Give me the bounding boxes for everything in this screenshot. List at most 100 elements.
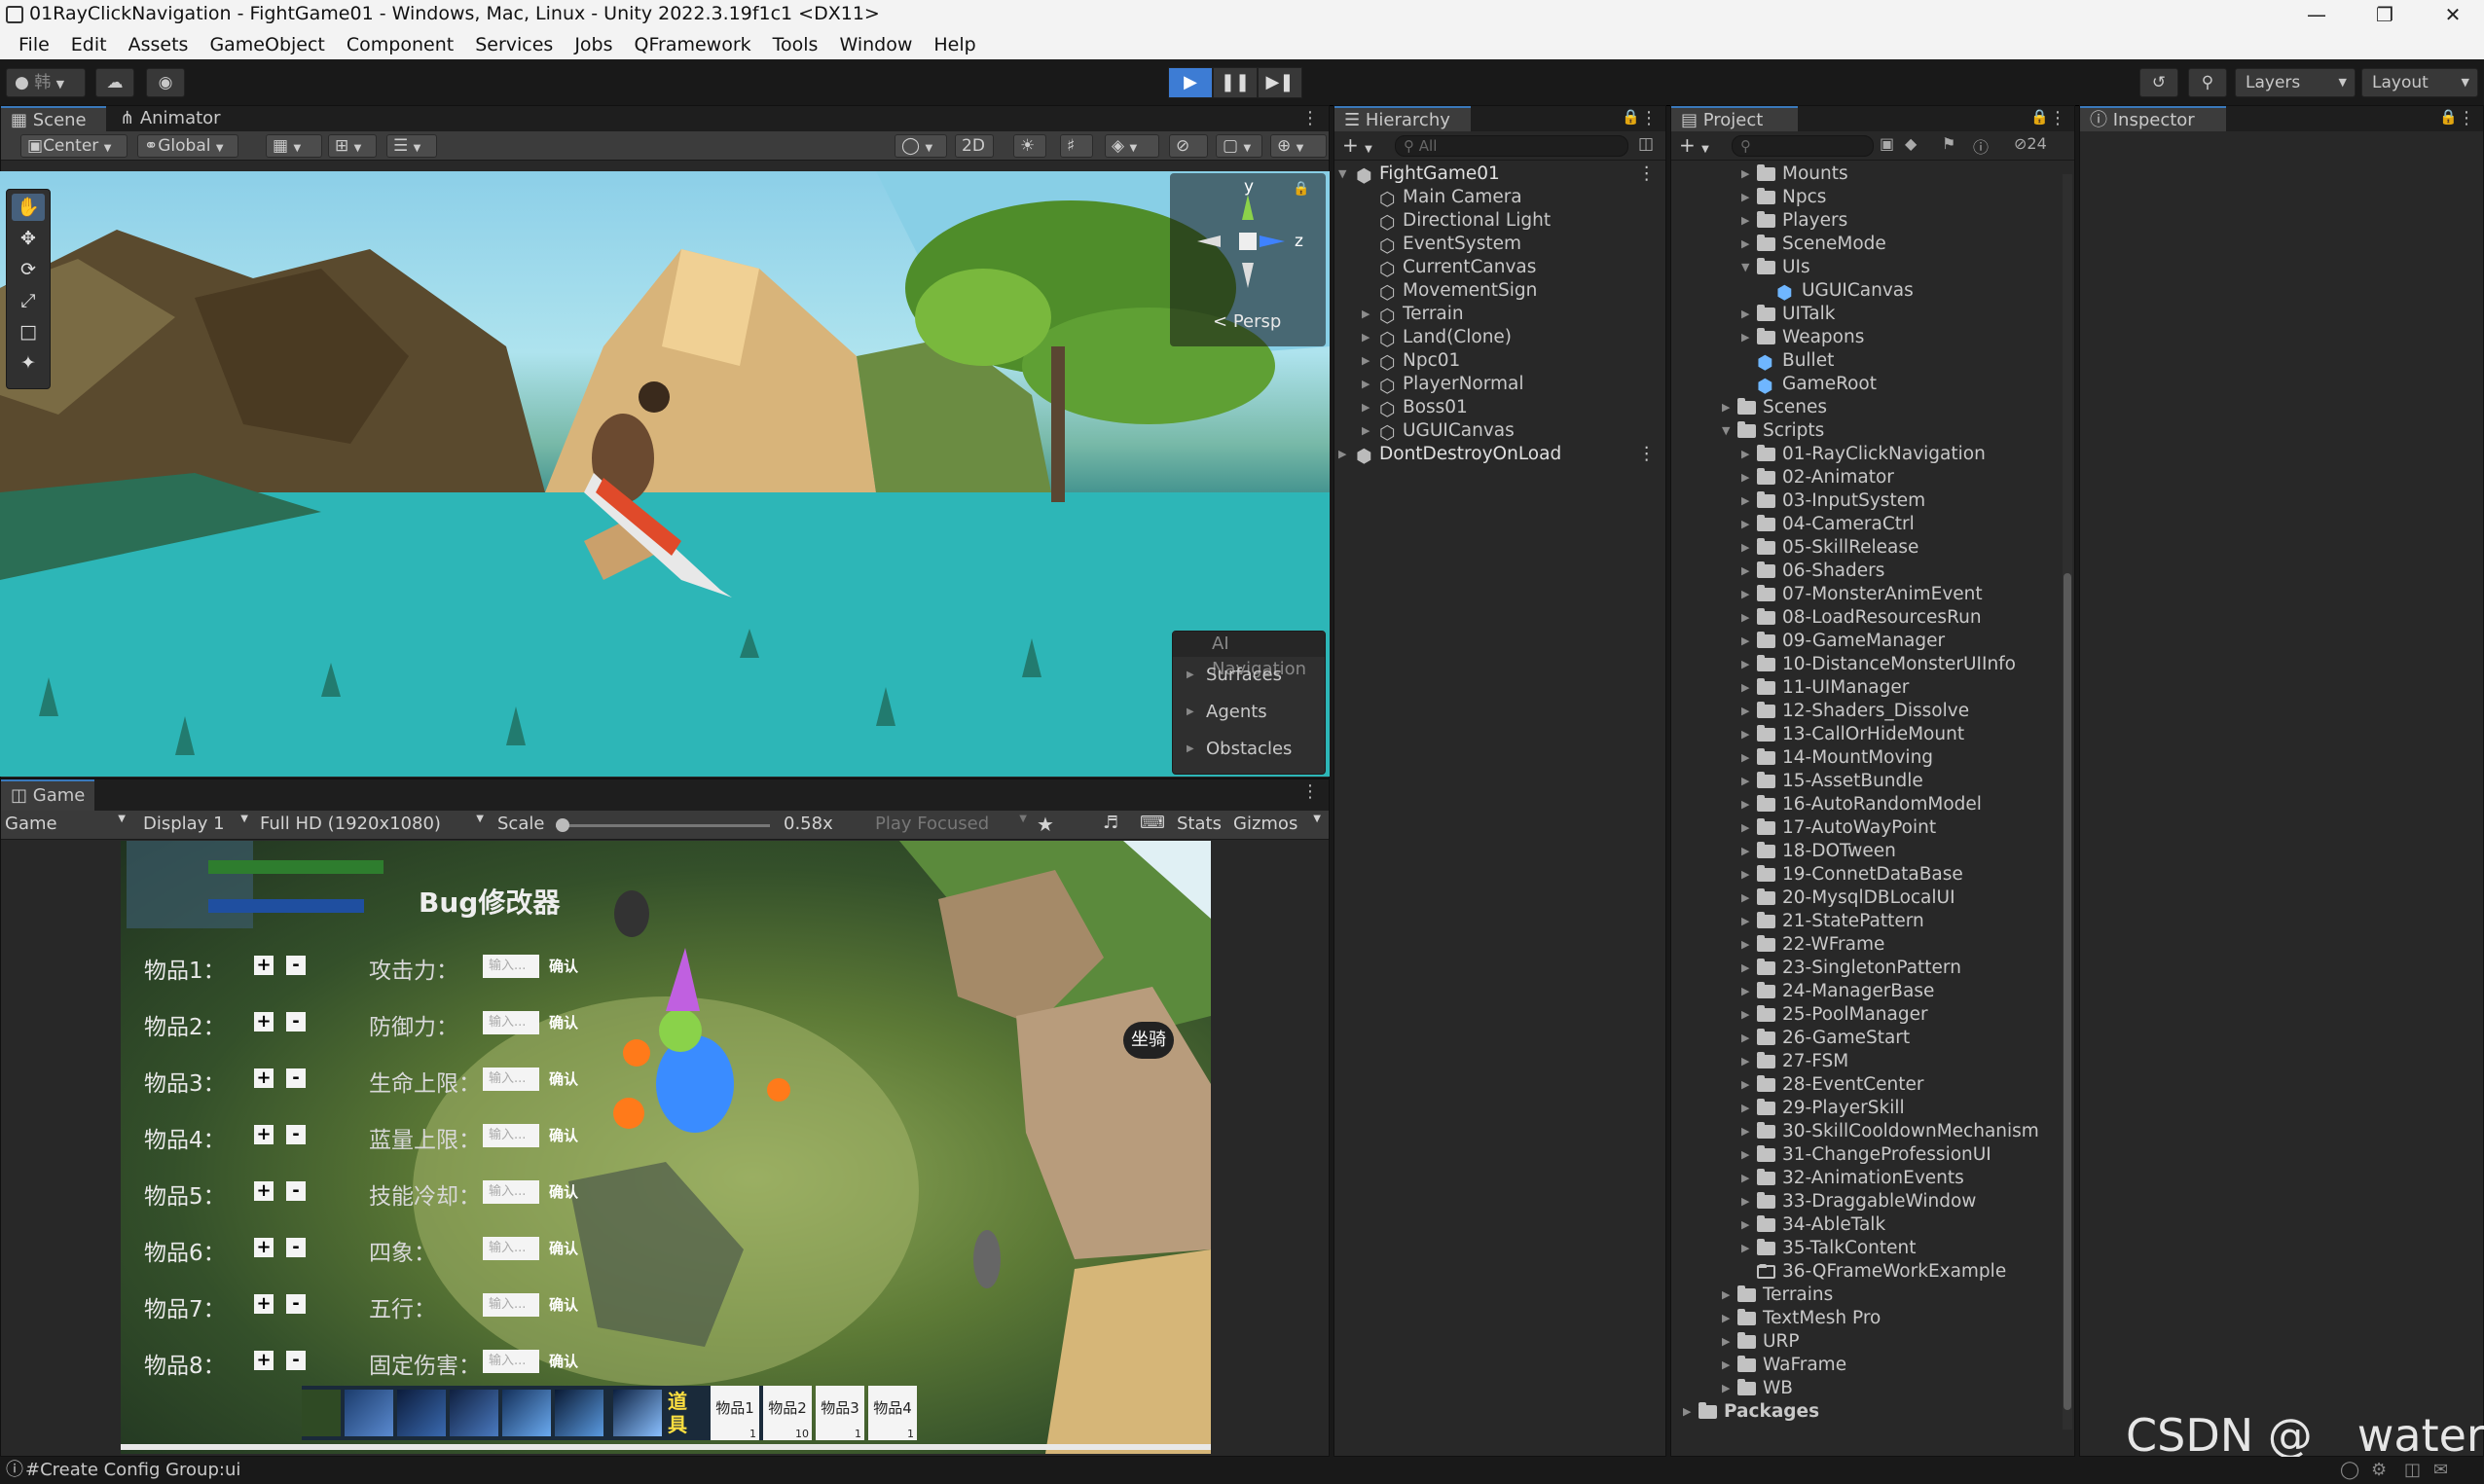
project-item[interactable]: ⬢ GameRoot: [1671, 373, 2061, 397]
collapse-arrow-icon[interactable]: ▶: [1722, 1354, 1730, 1377]
project-item[interactable]: ▶ 22-WFrame: [1671, 933, 2061, 957]
menu-jobs[interactable]: Jobs: [564, 34, 623, 55]
transform-tool-icon[interactable]: ✦: [12, 349, 45, 377]
tab-animator[interactable]: ⋔ Animator: [110, 106, 231, 131]
project-item[interactable]: ▶ 28-EventCenter: [1671, 1073, 2061, 1097]
project-item[interactable]: ▶ 23-SingletonPattern: [1671, 957, 2061, 980]
plus-button[interactable]: +: [254, 1294, 274, 1314]
filter-by-label-icon[interactable]: ◆: [1905, 134, 1917, 153]
attr-input[interactable]: 输入...: [483, 1068, 539, 1091]
hierarchy-item[interactable]: ⬡ Main Camera: [1334, 186, 1665, 210]
item-slot[interactable]: 物品3 1: [816, 1386, 864, 1440]
project-item[interactable]: ▶ 18-DOTween: [1671, 840, 2061, 863]
lock-icon[interactable]: 🔒: [1293, 181, 1309, 197]
collapse-arrow-icon[interactable]: ▶: [1741, 793, 1749, 816]
collapse-arrow-icon[interactable]: ▶: [1741, 1190, 1749, 1213]
collapse-arrow-icon[interactable]: ▶: [1741, 186, 1749, 209]
collapse-arrow-icon[interactable]: ▶: [1741, 1073, 1749, 1097]
collapse-arrow-icon[interactable]: ▶: [1741, 560, 1749, 583]
attr-input[interactable]: 输入...: [483, 1180, 539, 1204]
collapse-arrow-icon[interactable]: ▶: [1741, 163, 1749, 186]
lock-icon[interactable]: 🔒: [2439, 108, 2458, 126]
project-item[interactable]: ▼ UIs: [1671, 256, 2061, 279]
project-item[interactable]: ▶ 02-Animator: [1671, 466, 2061, 489]
hidden-objects-icon[interactable]: ⊘: [1169, 134, 1208, 158]
scale-tool-icon[interactable]: ⤢: [12, 287, 45, 314]
collapse-arrow-icon[interactable]: ▶: [1362, 396, 1370, 419]
attr-input[interactable]: 输入...: [483, 1350, 539, 1373]
plus-button[interactable]: +: [254, 1068, 274, 1088]
history-icon[interactable]: ↺: [2139, 68, 2178, 97]
hierarchy-search-input[interactable]: ⚲ All: [1395, 135, 1628, 157]
project-item[interactable]: ▶ 26-GameStart: [1671, 1027, 2061, 1050]
plus-button[interactable]: +: [254, 956, 274, 975]
confirm-button[interactable]: 确认: [549, 1011, 578, 1034]
project-item[interactable]: ▶ 06-Shaders: [1671, 560, 2061, 583]
move-tool-icon[interactable]: ✥: [12, 225, 45, 252]
menu-component[interactable]: Component: [336, 34, 464, 55]
gizmos-dropdown[interactable]: Gizmos ▼: [1233, 814, 1325, 834]
keyboard-icon[interactable]: ⌨: [1140, 813, 1165, 833]
collapse-arrow-icon[interactable]: ▶: [1741, 326, 1749, 349]
collapse-arrow-icon[interactable]: ▶: [1741, 933, 1749, 957]
hidden-packages-toggle[interactable]: ⊘24: [2014, 134, 2047, 153]
collapse-arrow-icon[interactable]: ▶: [1741, 443, 1749, 466]
add-object-button[interactable]: + ▼: [1342, 133, 1372, 157]
project-item[interactable]: ▶ 12-Shaders_Dissolve: [1671, 700, 2061, 723]
collapse-arrow-icon[interactable]: ▶: [1362, 303, 1370, 326]
hierarchy-item[interactable]: ▶ ⬡ Boss01: [1334, 396, 1665, 420]
rect-tool-icon[interactable]: □: [12, 318, 45, 345]
collapse-arrow-icon[interactable]: ▶: [1683, 1400, 1691, 1424]
project-item[interactable]: ▼ Scripts: [1671, 419, 2061, 443]
skill-slot-icon[interactable]: [302, 1390, 341, 1436]
menu-gameobject[interactable]: GameObject: [199, 34, 335, 55]
collapse-arrow-icon[interactable]: ▶: [1362, 326, 1370, 349]
grid-snap-button[interactable]: ▦ ▼: [266, 134, 322, 158]
bug-icon[interactable]: ★: [1037, 813, 1054, 836]
collapse-arrow-icon[interactable]: ▶: [1741, 1167, 1749, 1190]
collapse-arrow-icon[interactable]: ▶: [1741, 513, 1749, 536]
space-dropdown[interactable]: ⚭Global ▼: [137, 134, 238, 158]
collapse-arrow-icon[interactable]: ▶: [1741, 746, 1749, 770]
lock-icon[interactable]: 🔒: [1622, 108, 1640, 126]
more-icon[interactable]: ⋮: [1301, 781, 1319, 802]
hierarchy-item[interactable]: ▶ ⬡ Land(Clone): [1334, 326, 1665, 350]
menu-file[interactable]: File: [8, 34, 60, 55]
cloud-icon[interactable]: ☁: [95, 68, 134, 97]
layout-dropdown[interactable]: Layout ▼: [2361, 68, 2478, 97]
collapse-arrow-icon[interactable]: ▶: [1741, 653, 1749, 676]
hierarchy-item[interactable]: ▶ ⬡ Npc01: [1334, 349, 1665, 374]
project-item[interactable]: ▶ 08-LoadResourcesRun: [1671, 606, 2061, 630]
hierarchy-item[interactable]: ⬡ MovementSign: [1334, 279, 1665, 304]
project-item[interactable]: ▶ 24-ManagerBase: [1671, 980, 2061, 1003]
project-search-input[interactable]: ⚲: [1732, 135, 1874, 157]
plus-button[interactable]: +: [254, 1351, 274, 1370]
confirm-button[interactable]: 确认: [549, 1237, 578, 1260]
collapse-arrow-icon[interactable]: ▶: [1741, 957, 1749, 980]
collapse-arrow-icon[interactable]: ▶: [1722, 396, 1730, 419]
menu-services[interactable]: Services: [464, 34, 564, 55]
pause-button[interactable]: ❚❚: [1213, 67, 1258, 98]
project-item[interactable]: ▶ 10-DistanceMonsterUIInfo: [1671, 653, 2061, 676]
scrollbar-thumb[interactable]: [2064, 573, 2071, 1410]
ai-nav-agents[interactable]: Agents: [1173, 694, 1325, 731]
minus-button[interactable]: -: [286, 1012, 306, 1032]
game-viewport[interactable]: Bug修改器 物品1： + - 攻击力： 输入... 确认 物品2： + - 防…: [121, 841, 1211, 1454]
project-item[interactable]: ▶ 17-AutoWayPoint: [1671, 816, 2061, 840]
persp-toggle[interactable]: < Persp: [1213, 311, 1281, 332]
collapse-arrow-icon[interactable]: ▶: [1741, 700, 1749, 723]
account-dropdown[interactable]: ● 韩 ▼: [6, 68, 86, 97]
hierarchy-item[interactable]: ▶ ⬢ DontDestroyOnLoad ⋮: [1334, 443, 1665, 467]
collapse-arrow-icon[interactable]: ▶: [1722, 1307, 1730, 1330]
collapse-arrow-icon[interactable]: ▶: [1741, 209, 1749, 233]
minus-button[interactable]: -: [286, 1125, 306, 1144]
project-item[interactable]: ▶ 13-CallOrHideMount: [1671, 723, 2061, 746]
more-icon[interactable]: ⋮: [2458, 108, 2475, 128]
confirm-button[interactable]: 确认: [549, 955, 578, 978]
project-item[interactable]: ▶ 15-AssetBundle: [1671, 770, 2061, 793]
collapse-arrow-icon[interactable]: ▶: [1362, 373, 1370, 396]
project-item[interactable]: ▶ 14-MountMoving: [1671, 746, 2061, 770]
shading-mode-button[interactable]: ◯ ▼: [895, 134, 947, 158]
confirm-button[interactable]: 确认: [549, 1350, 578, 1373]
collapse-arrow-icon[interactable]: ▶: [1741, 1097, 1749, 1120]
